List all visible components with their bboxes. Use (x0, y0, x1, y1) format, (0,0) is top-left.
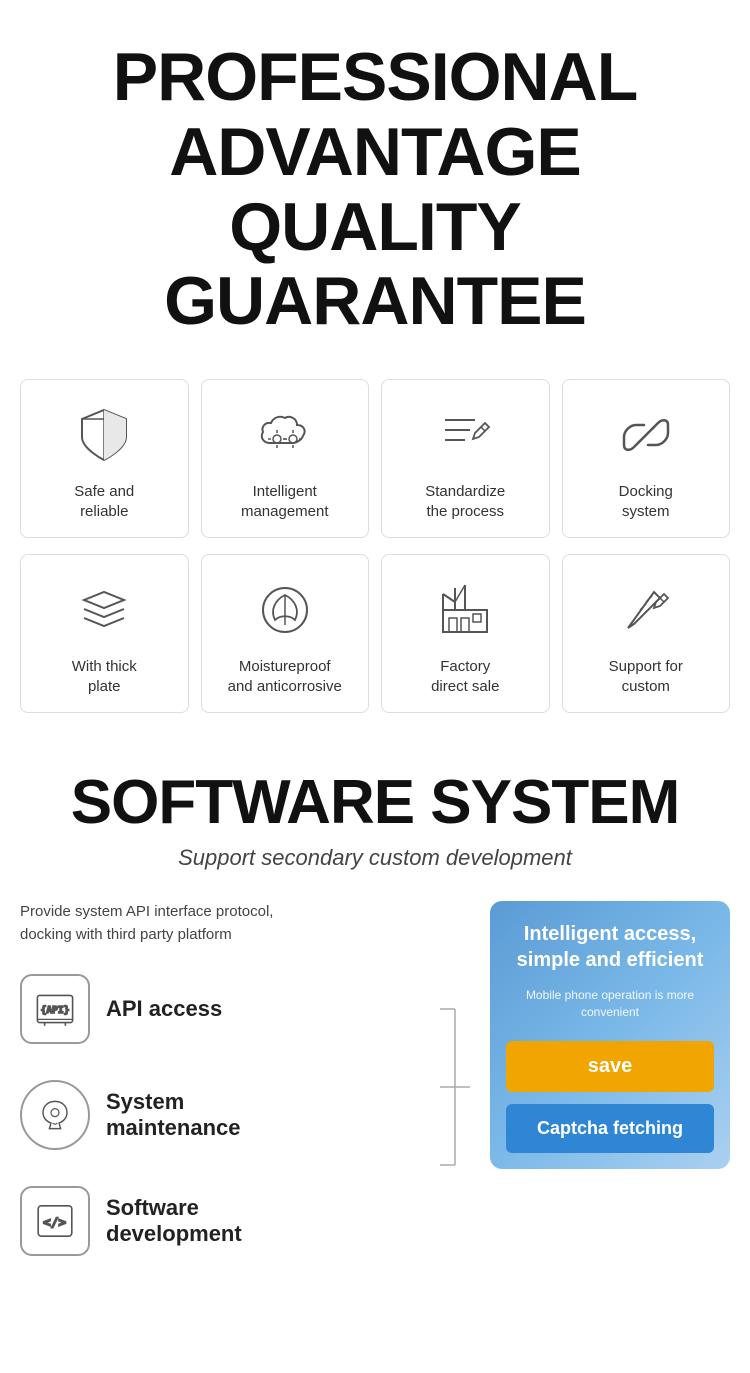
feature-label-standardize-process: Standardizethe process (425, 482, 505, 521)
main-title: PROFESSIONAL ADVANTAGE QUALITY GUARANTEE (20, 40, 730, 339)
shield-icon (69, 400, 139, 470)
panel-subtitle: Mobile phone operation is more convenien… (506, 987, 714, 1021)
layers-icon (69, 575, 139, 645)
captcha-button[interactable]: Captcha fetching (506, 1104, 714, 1153)
pen-ruler-icon (611, 575, 681, 645)
svg-text:</>: </> (43, 1216, 66, 1231)
maintenance-icon (20, 1080, 90, 1150)
feature-card-thick-plate: With thickplate (20, 554, 189, 713)
feature-card-docking-system: Dockingsystem (562, 379, 731, 538)
panel-title: Intelligent access,simple and efficient (506, 921, 714, 973)
code-icon: </> (20, 1186, 90, 1256)
shield-leaf-icon (250, 575, 320, 645)
feature-card-intelligent-management: Intelligentmanagement (201, 379, 370, 538)
feature-card-factory-direct: Factorydirect sale (381, 554, 550, 713)
software-description: Provide system API interface protocol,do… (20, 901, 470, 946)
feature-row-2: With thickplate Moistureproofand anticor… (20, 554, 730, 713)
software-item-api-label: API access (106, 996, 430, 1022)
page-header: PROFESSIONAL ADVANTAGE QUALITY GUARANTEE (0, 0, 750, 369)
feature-label-intelligent-management: Intelligentmanagement (241, 482, 329, 521)
software-right-panel: Intelligent access,simple and efficient … (490, 901, 730, 1169)
link-icon (611, 400, 681, 470)
cloud-gear-icon (250, 400, 320, 470)
feature-label-safe-reliable: Safe andreliable (74, 482, 134, 521)
software-section: SOFTWARE SYSTEM Support secondary custom… (0, 749, 750, 1286)
feature-label-factory-direct: Factorydirect sale (431, 657, 499, 696)
software-title: SOFTWARE SYSTEM (20, 769, 730, 837)
bracket-svg (440, 974, 470, 1214)
factory-icon (430, 575, 500, 645)
svg-text:{API}: {API} (41, 1005, 70, 1016)
software-item-maintenance-label: Systemmaintenance (106, 1089, 430, 1141)
pencil-lines-icon (430, 400, 500, 470)
feature-label-support-custom: Support forcustom (609, 657, 683, 696)
api-icon: {API} (20, 974, 90, 1044)
feature-card-moistureproof: Moistureproofand anticorrosive (201, 554, 370, 713)
save-button[interactable]: save (506, 1041, 714, 1092)
software-left: Provide system API interface protocol,do… (20, 901, 470, 1256)
feature-card-safe-reliable: Safe andreliable (20, 379, 189, 538)
feature-label-thick-plate: With thickplate (72, 657, 137, 696)
feature-section: Safe andreliable Intelligentma (0, 369, 750, 749)
feature-row-1: Safe andreliable Intelligentma (20, 379, 730, 538)
feature-card-support-custom: Support forcustom (562, 554, 731, 713)
feature-label-moistureproof: Moistureproofand anticorrosive (228, 657, 342, 696)
software-item-maintenance: Systemmaintenance (20, 1080, 430, 1150)
software-item-development: </> Softwaredevelopment (20, 1186, 430, 1256)
feature-card-standardize-process: Standardizethe process (381, 379, 550, 538)
software-subtitle: Support secondary custom development (20, 845, 730, 871)
feature-label-docking-system: Dockingsystem (619, 482, 673, 521)
info-panel: Intelligent access,simple and efficient … (490, 901, 730, 1169)
software-item-api: {API} API access (20, 974, 430, 1044)
software-item-development-label: Softwaredevelopment (106, 1195, 430, 1247)
software-body: Provide system API interface protocol,do… (20, 901, 730, 1286)
